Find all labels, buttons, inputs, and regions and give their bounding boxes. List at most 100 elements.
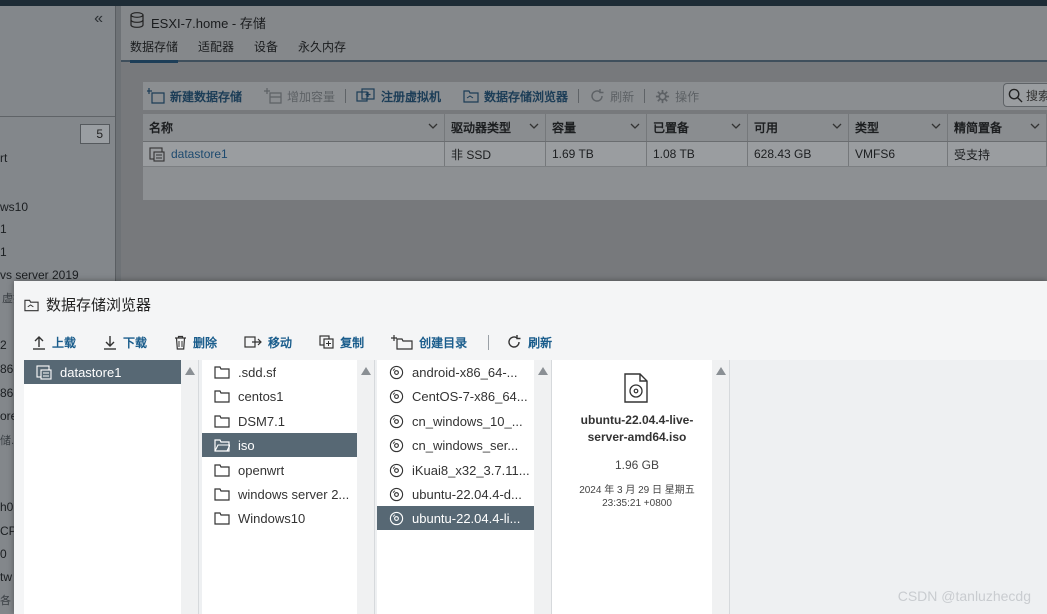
file-pane: android-x86_64-... CentOS-7-x86_64... cn… <box>377 360 552 614</box>
increase-capacity-button[interactable]: 增加容量 <box>264 88 335 105</box>
folder-item[interactable]: DSM7.1 <box>202 409 358 433</box>
download-button[interactable]: 下载 <box>103 334 147 351</box>
column-header[interactable]: 驱动器类型 <box>445 114 546 141</box>
iso-file-item[interactable]: ubuntu-22.04.4-d... <box>377 482 535 506</box>
datastore-label: datastore1 <box>60 364 122 380</box>
file-date-line-1: 2024 年 3 月 29 日 星期五 <box>579 485 695 496</box>
provisioned-cell: 1.08 TB <box>647 142 748 166</box>
dialog-title-text: 数据存储浏览器 <box>46 297 152 314</box>
page-title: ESXI-7.home - 存储 <box>151 16 266 31</box>
refresh-label: 刷新 <box>610 89 635 104</box>
datastore-link[interactable]: datastore1 <box>171 147 228 161</box>
delete-button[interactable]: 删除 <box>174 334 217 351</box>
scrollbar[interactable] <box>181 360 198 614</box>
copy-icon <box>319 335 334 349</box>
datastore-item[interactable]: datastore1 <box>24 360 182 384</box>
trash-icon <box>175 335 187 350</box>
folder-browse-icon <box>463 90 479 103</box>
tab-devices[interactable]: 设备 <box>254 38 278 63</box>
nav-fragment[interactable]: 86 <box>0 386 13 400</box>
refresh-button[interactable]: 刷新 <box>506 334 552 351</box>
iso-file-item[interactable]: cn_windows_ser... <box>377 433 535 457</box>
folder-label: .sdd.sf <box>238 364 277 380</box>
column-label: 驱动器类型 <box>451 121 512 135</box>
column-label: 容量 <box>552 121 577 135</box>
file-label: ubuntu-22.04.4-li... <box>412 510 521 526</box>
scrollbar[interactable] <box>712 360 729 614</box>
storage-tabs: 数据存储 适配器 设备 永久内存 <box>130 38 346 63</box>
column-header[interactable]: 容量 <box>546 114 647 141</box>
datastore-table: 名称 驱动器类型 容量 已置备 可用 类型 精简置备 datastore1 非 … <box>143 114 1047 200</box>
increase-capacity-label: 增加容量 <box>287 89 336 104</box>
nav-fragment[interactable]: 1 <box>0 222 7 236</box>
tab-adapters[interactable]: 适配器 <box>198 38 234 63</box>
copy-button[interactable]: 复制 <box>319 334 364 351</box>
column-header[interactable]: 名称 <box>143 114 445 141</box>
column-header[interactable]: 精简置备 <box>948 114 1047 141</box>
refresh-button[interactable]: 刷新 <box>589 88 634 105</box>
create-directory-button[interactable]: 创建目录 <box>391 334 467 351</box>
search-input[interactable]: 搜索 <box>1003 83 1047 107</box>
column-header[interactable]: 已置备 <box>647 114 748 141</box>
column-header[interactable]: 类型 <box>849 114 948 141</box>
folder-label: windows server 2... <box>238 486 350 502</box>
iso-file-item[interactable]: android-x86_64-... <box>377 360 535 384</box>
move-button[interactable]: 移动 <box>244 334 292 351</box>
datastore-browser-dialog: 数据存储浏览器 上载 下载 删除 移动 复制 创建目录 刷新 datastore… <box>14 281 1047 614</box>
disc-icon <box>389 511 404 525</box>
file-date: 2024 年 3 月 29 日 星期五 23:35:21 +0800 <box>562 484 712 510</box>
column-header[interactable]: 可用 <box>748 114 849 141</box>
scroll-up-arrow-icon[interactable] <box>361 367 371 375</box>
nav-fragment[interactable]: vs server 2019 <box>0 268 79 282</box>
nav-fragment[interactable]: 86 <box>0 362 13 376</box>
nav-fragment[interactable]: 1 <box>0 245 7 259</box>
nav-fragment[interactable]: rt <box>0 151 7 165</box>
scroll-up-arrow-icon[interactable] <box>716 367 726 375</box>
tab-datastores[interactable]: 数据存储 <box>130 38 179 63</box>
folder-item-selected[interactable]: iso <box>202 433 358 457</box>
scroll-up-arrow-icon[interactable] <box>185 367 195 375</box>
file-label: ubuntu-22.04.4-d... <box>412 486 522 502</box>
chevron-down-icon <box>529 123 539 129</box>
folder-item[interactable]: windows server 2... <box>202 482 358 506</box>
nav-fragment[interactable]: tw <box>0 570 12 584</box>
folder-item[interactable]: centos1 <box>202 384 358 408</box>
datastore-toolbar: 新建数据存储 增加容量 注册虚拟机 数据存储浏览器 刷新 操作 搜索 <box>143 82 1047 110</box>
name-cell[interactable]: datastore1 <box>143 142 445 166</box>
collapse-icon[interactable]: « <box>94 10 103 28</box>
toolbar-divider <box>345 89 347 103</box>
nav-fragment[interactable]: ws10 <box>0 200 28 214</box>
table-row[interactable]: datastore1 非 SSD 1.69 TB 1.08 TB 628.43 … <box>143 142 1047 167</box>
new-datastore-button[interactable]: 新建数据存储 <box>147 88 242 105</box>
iso-file-item[interactable]: cn_windows_10_... <box>377 409 535 433</box>
scroll-up-arrow-icon[interactable] <box>538 367 548 375</box>
file-name-line-1: ubuntu-22.04.4-live- <box>580 413 694 427</box>
file-label: cn_windows_ser... <box>412 437 519 453</box>
scrollbar[interactable] <box>534 360 551 614</box>
folder-pane: .sdd.sf centos1 DSM7.1 iso openwrt windo… <box>202 360 375 614</box>
thin-provisioning-cell: 受支持 <box>948 142 1047 166</box>
scrollbar[interactable] <box>357 360 374 614</box>
register-vm-button[interactable]: 注册虚拟机 <box>356 88 441 105</box>
file-date-line-2: 23:35:21 +0800 <box>602 498 672 509</box>
iso-file-item[interactable]: iKuai8_x32_3.7.11... <box>377 458 535 482</box>
folder-label: centos1 <box>238 388 284 404</box>
folder-icon <box>214 464 230 477</box>
folder-item[interactable]: openwrt <box>202 458 358 482</box>
iso-file-item-selected[interactable]: ubuntu-22.04.4-li... <box>377 506 535 530</box>
refresh-icon <box>591 89 604 102</box>
nav-fragment[interactable]: 0 <box>0 547 7 561</box>
tab-persistent-memory[interactable]: 永久内存 <box>298 38 346 63</box>
iso-file-item[interactable]: CentOS-7-x86_64... <box>377 384 535 408</box>
upload-button[interactable]: 上载 <box>32 334 76 351</box>
refresh-label: 刷新 <box>528 335 553 350</box>
file-label: cn_windows_10_... <box>412 413 523 429</box>
datastore-browser-button[interactable]: 数据存储浏览器 <box>463 88 568 105</box>
nav-fragment[interactable]: 2 <box>0 338 7 352</box>
datastore-icon <box>36 365 52 380</box>
navigator-divider <box>0 116 115 117</box>
actions-button[interactable]: 操作 <box>655 88 699 105</box>
folder-item[interactable]: Windows10 <box>202 506 358 530</box>
folder-item[interactable]: .sdd.sf <box>202 360 358 384</box>
nav-fragment[interactable]: h0 <box>0 500 13 514</box>
